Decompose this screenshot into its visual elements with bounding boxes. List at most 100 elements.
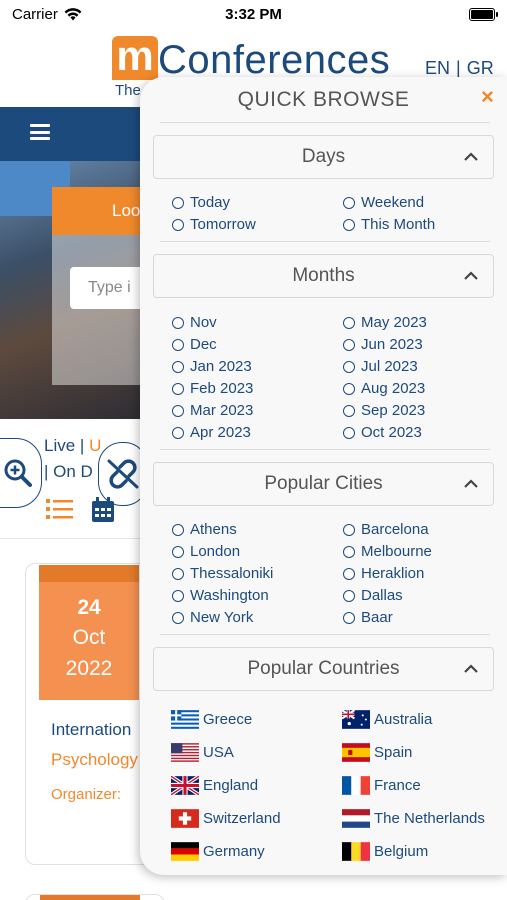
radio-button[interactable] xyxy=(172,426,184,439)
radio-button[interactable] xyxy=(172,545,184,558)
country-label: The Netherlands xyxy=(374,810,485,827)
country-england[interactable]: England xyxy=(171,776,258,795)
days-option[interactable]: Today xyxy=(172,194,230,211)
option-label: Sep 2023 xyxy=(361,402,426,419)
option-label: New York xyxy=(190,609,254,626)
divider xyxy=(0,538,160,539)
radio-button[interactable] xyxy=(343,426,355,439)
radio-button[interactable] xyxy=(172,523,184,536)
close-icon[interactable]: × xyxy=(481,84,494,110)
site-logo[interactable]: m Conferences xyxy=(112,30,390,80)
country-germany[interactable]: Germany xyxy=(171,842,265,861)
live-link[interactable]: Live xyxy=(44,436,75,455)
radio-button[interactable] xyxy=(343,567,355,580)
option-label: Barcelona xyxy=(361,521,429,538)
option-label: Today xyxy=(190,194,231,211)
language-switcher: EN | GR xyxy=(425,58,494,79)
months-option[interactable]: Feb 2023 xyxy=(172,380,253,397)
menu-icon[interactable] xyxy=(30,124,50,140)
city-option[interactable]: Washington xyxy=(172,587,269,604)
country-switzerland[interactable]: Switzerland xyxy=(171,809,281,828)
city-option[interactable]: New York xyxy=(172,609,253,626)
radio-button[interactable] xyxy=(172,567,184,580)
months-option[interactable]: May 2023 xyxy=(343,314,427,331)
city-option[interactable]: Dallas xyxy=(343,587,403,604)
event-title[interactable]: Internation xyxy=(51,720,131,740)
country-label: Greece xyxy=(203,711,253,728)
radio-button[interactable] xyxy=(343,545,355,558)
divider xyxy=(160,122,490,123)
radio-button[interactable] xyxy=(172,316,184,329)
country-label: USA xyxy=(203,744,234,761)
months-option[interactable]: Jul 2023 xyxy=(343,358,418,375)
country-belgium[interactable]: Belgium xyxy=(342,842,428,861)
months-option[interactable]: Jun 2023 xyxy=(343,336,423,353)
radio-button[interactable] xyxy=(172,382,184,395)
radio-button[interactable] xyxy=(172,589,184,602)
radio-button[interactable] xyxy=(343,196,355,209)
radio-button[interactable] xyxy=(343,611,355,624)
city-option[interactable]: Baar xyxy=(343,609,393,626)
event-date-badge: 24 Oct 2022 xyxy=(39,565,139,700)
radio-button[interactable] xyxy=(343,382,355,395)
option-label: Dallas xyxy=(361,587,403,604)
list-view-icon[interactable] xyxy=(46,497,74,521)
city-option[interactable]: London xyxy=(172,543,240,560)
radio-button[interactable] xyxy=(343,218,355,231)
city-option[interactable]: Heraklion xyxy=(343,565,424,582)
upcoming-link[interactable]: U xyxy=(89,436,101,455)
event-card[interactable] xyxy=(25,894,165,900)
country-france[interactable]: France xyxy=(342,776,421,795)
country-australia[interactable]: Australia xyxy=(342,710,432,729)
months-option[interactable]: Dec xyxy=(172,336,217,353)
radio-button[interactable] xyxy=(343,589,355,602)
months-option[interactable]: Sep 2023 xyxy=(343,402,425,419)
radio-button[interactable] xyxy=(172,338,184,351)
months-option[interactable]: Oct 2023 xyxy=(343,424,422,441)
radio-button[interactable] xyxy=(172,196,184,209)
months-option[interactable]: Nov xyxy=(172,314,217,331)
country-netherlands[interactable]: The Netherlands xyxy=(342,809,485,828)
lang-gr-link[interactable]: GR xyxy=(467,58,494,79)
city-option[interactable]: Melbourne xyxy=(343,543,432,560)
link-separator: | xyxy=(79,436,85,455)
radio-button[interactable] xyxy=(343,338,355,351)
city-option[interactable]: Thessaloniki xyxy=(172,565,273,582)
radio-button[interactable] xyxy=(172,611,184,624)
radio-button[interactable] xyxy=(343,316,355,329)
hero-banner: Loo Type i xyxy=(0,161,160,419)
event-category[interactable]: Psychology xyxy=(51,750,138,770)
radio-button[interactable] xyxy=(343,360,355,373)
radio-button[interactable] xyxy=(172,218,184,231)
country-spain[interactable]: Spain xyxy=(342,743,412,762)
radio-button[interactable] xyxy=(343,523,355,536)
city-option[interactable]: Barcelona xyxy=(343,521,429,538)
days-option[interactable]: Weekend xyxy=(343,194,424,211)
days-section-header[interactable]: Days xyxy=(153,135,494,179)
radio-button[interactable] xyxy=(343,404,355,417)
zoom-button[interactable] xyxy=(0,438,42,508)
country-greece[interactable]: Greece xyxy=(171,710,252,729)
belgium-flag-icon xyxy=(342,842,370,861)
radio-button[interactable] xyxy=(172,360,184,373)
months-option[interactable]: Jan 2023 xyxy=(172,358,252,375)
calendar-view-icon[interactable] xyxy=(91,497,115,523)
months-option[interactable]: Mar 2023 xyxy=(172,402,253,419)
months-option[interactable]: Apr 2023 xyxy=(172,424,251,441)
country-usa[interactable]: USA xyxy=(171,743,234,762)
days-option[interactable]: This Month xyxy=(343,216,435,233)
countries-section-header[interactable]: Popular Countries xyxy=(153,647,494,691)
lang-en-link[interactable]: EN xyxy=(425,58,450,79)
option-label: Athens xyxy=(190,521,237,538)
days-header-label: Days xyxy=(301,146,346,167)
ondemand-link[interactable]: | On D xyxy=(44,462,93,482)
days-option[interactable]: Tomorrow xyxy=(172,216,256,233)
months-option[interactable]: Aug 2023 xyxy=(343,380,425,397)
city-option[interactable]: Athens xyxy=(172,521,237,538)
carrier-label: Carrier xyxy=(12,5,58,23)
radio-button[interactable] xyxy=(172,404,184,417)
months-section-header[interactable]: Months xyxy=(153,254,494,298)
cities-section-header[interactable]: Popular Cities xyxy=(153,462,494,506)
option-label: Thessaloniki xyxy=(190,565,274,582)
country-label: England xyxy=(203,777,259,794)
